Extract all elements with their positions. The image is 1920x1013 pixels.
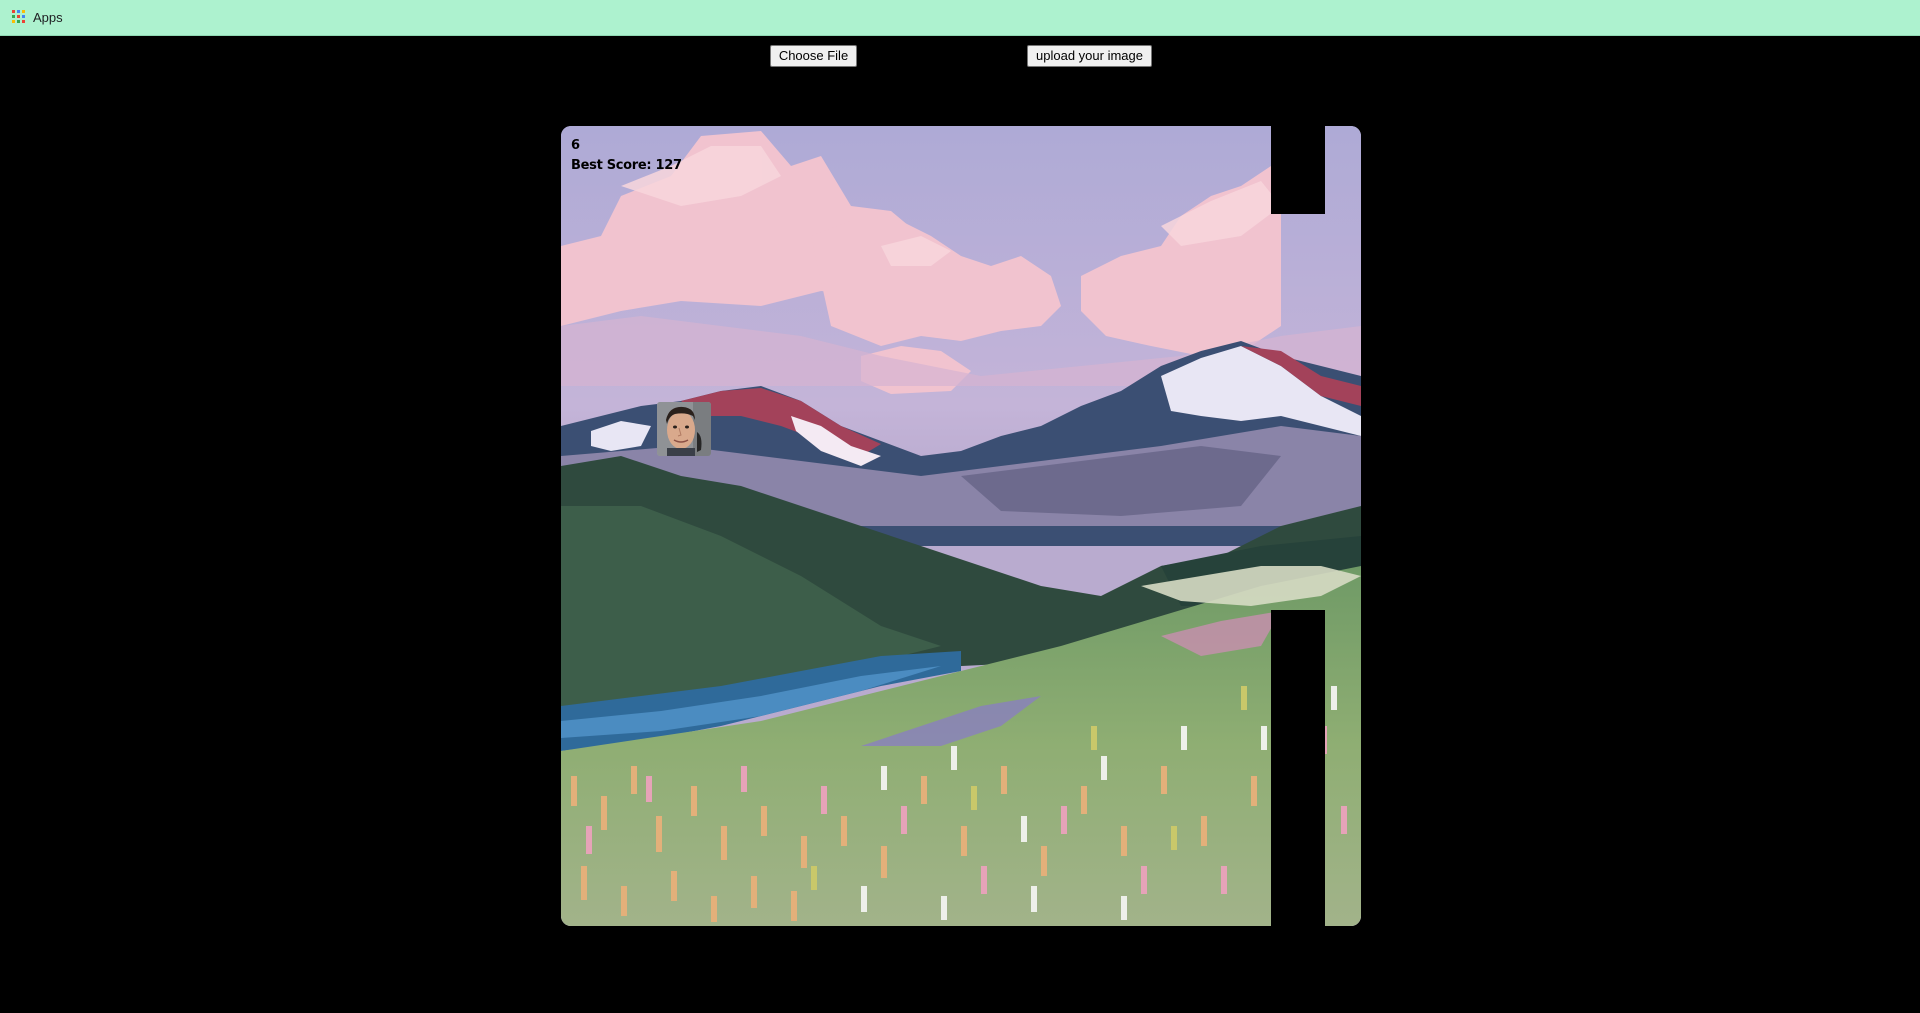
upload-image-button[interactable]: upload your image — [1027, 45, 1152, 67]
apps-shortcut[interactable]: Apps — [12, 6, 63, 28]
pipe-bottom — [1271, 610, 1325, 926]
best-score: Best Score: 127 — [571, 158, 682, 173]
pipe-top — [1271, 126, 1325, 214]
player-avatar — [657, 402, 711, 456]
current-score: 6 — [571, 138, 580, 153]
choose-file-button[interactable]: Choose File — [770, 45, 857, 67]
apps-label: Apps — [33, 9, 63, 25]
game-canvas[interactable]: 6 Best Score: 127 — [561, 126, 1361, 926]
apps-grid-icon — [12, 10, 26, 24]
face-avatar-icon — [657, 402, 711, 456]
score-display: 6 Best Score: 127 — [571, 136, 682, 176]
upload-controls: Choose File upload your image — [0, 45, 1920, 69]
bookmarks-bar: Apps — [0, 0, 1920, 36]
background-scene — [561, 126, 1361, 926]
